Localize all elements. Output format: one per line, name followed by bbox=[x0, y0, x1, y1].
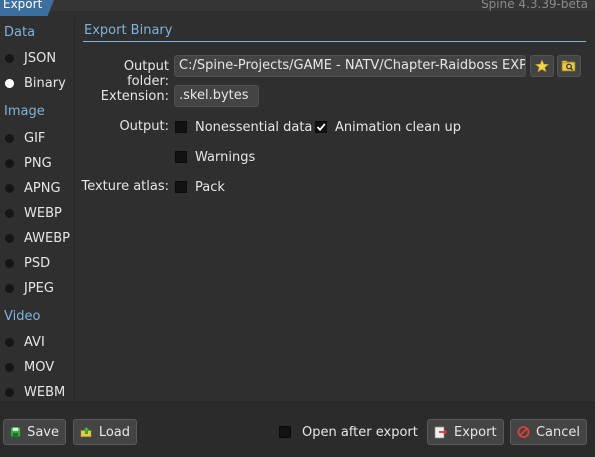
format-option-gif[interactable]: GIF bbox=[5, 128, 45, 148]
load-icon bbox=[80, 426, 92, 438]
checkbox-box-checked[interactable] bbox=[315, 121, 327, 133]
checkbox-label: Nonessential data bbox=[195, 119, 313, 135]
checkmark-icon bbox=[316, 123, 326, 132]
format-option-label: JPEG bbox=[24, 280, 54, 296]
output-label: Output: bbox=[119, 119, 169, 134]
format-option-label: JSON bbox=[24, 50, 57, 66]
checkbox-label: Open after export bbox=[302, 424, 418, 440]
format-option-label: Binary bbox=[24, 75, 66, 91]
format-option-webm[interactable]: WEBM bbox=[5, 382, 65, 402]
export-button[interactable]: Export bbox=[427, 419, 504, 445]
sidebar-divider bbox=[74, 18, 75, 400]
format-option-apng[interactable]: APNG bbox=[5, 178, 61, 198]
panel-title: Export Binary bbox=[84, 23, 173, 38]
checkbox-box[interactable] bbox=[175, 151, 187, 163]
save-button[interactable]: Save bbox=[3, 419, 66, 445]
radio-button[interactable] bbox=[5, 283, 14, 293]
format-option-label: GIF bbox=[24, 130, 46, 146]
texture-atlas-label: Texture atlas: bbox=[81, 179, 169, 194]
image-section-header: Image bbox=[4, 104, 45, 119]
format-option-label: APNG bbox=[24, 180, 61, 196]
animation-cleanup-checkbox[interactable]: Animation clean up bbox=[315, 117, 461, 137]
save-icon bbox=[10, 426, 21, 438]
radio-button[interactable] bbox=[5, 183, 14, 193]
format-option-json[interactable]: JSON bbox=[5, 48, 56, 68]
radio-button[interactable] bbox=[5, 362, 14, 372]
format-option-label: MOV bbox=[24, 359, 55, 375]
checkbox-label: Pack bbox=[195, 179, 225, 195]
star-icon bbox=[535, 59, 549, 73]
checkbox-box[interactable] bbox=[175, 121, 187, 133]
export-label: Export bbox=[454, 424, 497, 440]
panel-title-rule bbox=[83, 41, 586, 42]
window-title: Export bbox=[3, 0, 43, 11]
cancel-label: Cancel bbox=[535, 424, 580, 440]
pack-checkbox[interactable]: Pack bbox=[175, 177, 225, 197]
format-option-jpeg[interactable]: JPEG bbox=[5, 278, 54, 298]
radio-button[interactable] bbox=[5, 208, 14, 218]
extension-input[interactable]: .skel.bytes bbox=[174, 85, 259, 107]
load-label: Load bbox=[98, 424, 130, 440]
format-option-webp[interactable]: WEBP bbox=[5, 203, 62, 223]
checkbox-box[interactable] bbox=[279, 426, 291, 438]
warnings-checkbox[interactable]: Warnings bbox=[175, 147, 255, 167]
extension-label: Extension: bbox=[100, 89, 169, 104]
radio-button[interactable] bbox=[5, 233, 14, 243]
format-option-mov[interactable]: MOV bbox=[5, 357, 54, 377]
radio-button[interactable] bbox=[5, 158, 14, 168]
folder-search-icon bbox=[561, 60, 576, 72]
version-label: Spine 4.3.39-beta bbox=[481, 0, 588, 11]
nonessential-data-checkbox[interactable]: Nonessential data bbox=[175, 117, 312, 137]
video-section-header: Video bbox=[4, 309, 41, 324]
export-icon bbox=[434, 426, 448, 439]
format-sidebar: Data JSON Binary Image GIF PNG APNG WEBP… bbox=[0, 16, 72, 400]
output-folder-label: Output folder: bbox=[123, 59, 169, 89]
format-option-avi[interactable]: AVI bbox=[5, 332, 45, 352]
open-after-export-checkbox[interactable]: Open after export bbox=[279, 422, 418, 442]
cancel-icon bbox=[517, 426, 530, 438]
radio-button[interactable] bbox=[5, 337, 14, 347]
format-option-awebp[interactable]: AWEBP bbox=[5, 228, 70, 248]
radio-button[interactable] bbox=[5, 387, 14, 397]
format-option-png[interactable]: PNG bbox=[5, 153, 52, 173]
checkbox-label: Warnings bbox=[195, 149, 256, 165]
format-option-psd[interactable]: PSD bbox=[5, 253, 50, 273]
save-label: Save bbox=[27, 424, 59, 440]
format-option-label: WEBP bbox=[24, 205, 62, 221]
format-option-label: WEBM bbox=[24, 384, 66, 400]
format-option-label: AWEBP bbox=[24, 230, 71, 246]
radio-button-selected[interactable] bbox=[5, 78, 14, 88]
format-option-label: PSD bbox=[24, 255, 51, 271]
format-option-label: AVI bbox=[24, 334, 45, 350]
cancel-button[interactable]: Cancel bbox=[510, 419, 587, 445]
window-title-tab: Export bbox=[0, 0, 54, 16]
radio-button[interactable] bbox=[5, 258, 14, 268]
load-button[interactable]: Load bbox=[73, 419, 137, 445]
radio-button[interactable] bbox=[5, 133, 14, 143]
checkbox-label: Animation clean up bbox=[335, 119, 461, 135]
checkbox-box[interactable] bbox=[175, 181, 187, 193]
format-option-binary[interactable]: Binary bbox=[5, 73, 66, 93]
radio-button[interactable] bbox=[5, 53, 14, 63]
browse-folder-button[interactable] bbox=[557, 55, 581, 77]
format-option-label: PNG bbox=[24, 155, 52, 171]
favorite-folder-button[interactable] bbox=[530, 55, 554, 77]
output-folder-input[interactable]: C:/Spine-Projects/GAME - NATV/Chapter-Ra… bbox=[174, 55, 526, 77]
data-section-header: Data bbox=[4, 25, 36, 40]
